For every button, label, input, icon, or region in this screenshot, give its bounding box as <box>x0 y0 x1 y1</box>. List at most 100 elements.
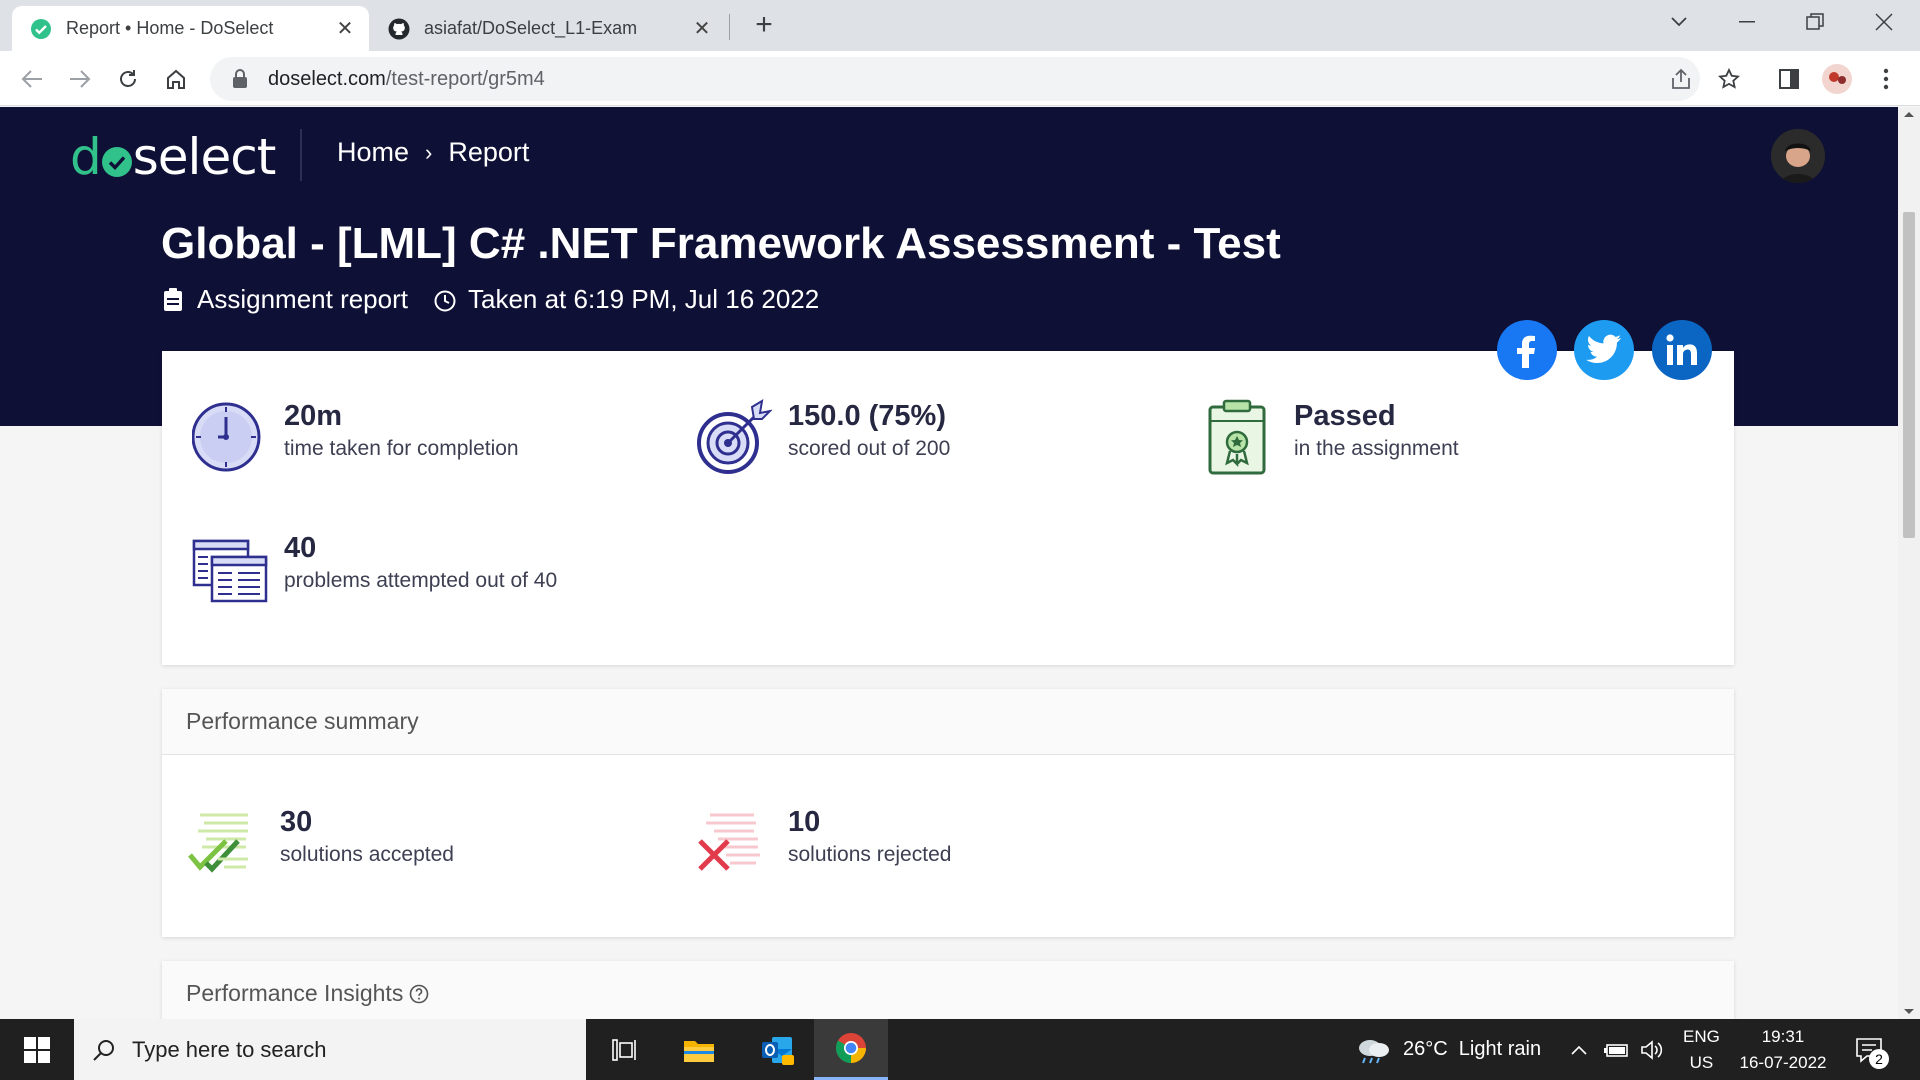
facebook-icon <box>1517 335 1535 368</box>
twitter-icon <box>1586 334 1621 363</box>
page-scrollbar[interactable] <box>1898 107 1920 1019</box>
notification-center[interactable]: 2 <box>1855 1019 1889 1080</box>
stat-value: 20m <box>284 400 343 432</box>
notification-badge: 2 <box>1869 1048 1889 1069</box>
cloud-rain-icon <box>1355 1036 1391 1064</box>
linkedin-share-button[interactable] <box>1652 320 1712 380</box>
share-icon[interactable] <box>1663 61 1699 97</box>
close-icon[interactable]: ✕ <box>333 17 357 41</box>
weather-text: 26°C Light rain <box>1403 1038 1542 1060</box>
problems-icon <box>192 531 268 607</box>
notification-icon: 2 <box>1855 1037 1889 1069</box>
breadcrumb-home[interactable]: Home <box>337 137 409 168</box>
language-code: ENG <box>1683 1026 1720 1046</box>
report-meta: Assignment report Taken at 6:19 PM, Jul … <box>163 284 819 315</box>
forward-button[interactable] <box>62 61 98 97</box>
task-view-icon <box>612 1038 636 1061</box>
rejected-label: solutions rejected <box>788 843 952 866</box>
chevron-up-icon <box>1571 1045 1587 1055</box>
tab-divider <box>729 14 730 40</box>
performance-insights-card: Performance Insights <box>162 961 1734 1019</box>
taskbar-chrome[interactable] <box>814 1019 888 1080</box>
help-circle-icon[interactable] <box>409 984 429 1004</box>
tab-report[interactable]: Report • Home - DoSelect ✕ <box>12 6 369 51</box>
minimize-button[interactable] <box>1713 0 1781 44</box>
new-tab-button[interactable]: + <box>748 10 780 42</box>
weather-widget[interactable]: 26°C Light rain <box>1355 1019 1541 1080</box>
header-divider <box>300 129 302 181</box>
side-panel-icon[interactable] <box>1771 61 1807 97</box>
logo-check-icon <box>101 147 132 177</box>
address-bar[interactable]: doselect.com/test-report/gr5m4 <box>210 57 1700 101</box>
doselect-logo[interactable]: d select <box>70 127 276 187</box>
scrollbar-thumb[interactable] <box>1903 212 1915 538</box>
scroll-down-icon <box>1904 1009 1914 1014</box>
clock-time: 19:31 <box>1761 1026 1805 1046</box>
start-button[interactable] <box>0 1019 74 1080</box>
url-host: doselect.com <box>268 67 386 90</box>
accepted-label: solutions accepted <box>280 843 454 866</box>
twitter-share-button[interactable] <box>1574 320 1634 380</box>
bookmark-star-icon[interactable] <box>1711 61 1747 97</box>
section-heading: Performance Insights <box>162 961 1734 1019</box>
stat-label: time taken for completion <box>284 437 519 460</box>
check-circle-icon <box>30 18 52 40</box>
stat-result: Passed in the assignment <box>1202 399 1459 475</box>
breadcrumb: Home › Report <box>337 137 529 168</box>
tab-title: Report • Home - DoSelect <box>66 18 274 38</box>
clock-outline-icon <box>434 288 456 312</box>
github-icon <box>388 18 410 40</box>
volume-icon[interactable] <box>1640 1019 1664 1080</box>
clock-date: 16-07-2022 <box>1739 1052 1827 1072</box>
stat-accepted: 30 solutions accepted <box>188 805 454 881</box>
browser-toolbar: doselect.com/test-report/gr5m4 <box>0 51 1920 106</box>
clock[interactable]: 19:31 16-07-2022 <box>1738 1019 1828 1080</box>
restore-button[interactable] <box>1781 0 1849 44</box>
taken-at: Taken at 6:19 PM, Jul 16 2022 <box>467 284 820 314</box>
stat-label: scored out of 200 <box>788 437 951 460</box>
stat-value: 150.0 (75%) <box>788 400 946 432</box>
rejected-x-icon <box>696 805 772 881</box>
menu-kebab-icon[interactable] <box>1868 61 1904 97</box>
task-view-button[interactable] <box>588 1019 662 1080</box>
stat-time: 20m time taken for completion <box>191 399 519 475</box>
stat-value: Passed <box>1294 400 1396 432</box>
taskbar-outlook[interactable] <box>740 1019 814 1080</box>
home-button[interactable] <box>158 61 194 97</box>
back-button[interactable] <box>14 61 50 97</box>
lock-icon <box>232 69 250 89</box>
chrome-icon <box>836 1033 866 1063</box>
profile-avatar[interactable] <box>1819 61 1855 97</box>
chevron-right-icon: › <box>425 139 433 165</box>
windows-taskbar: Type here to search 26°C Light rain ENG … <box>0 1019 1920 1080</box>
close-icon[interactable]: ✕ <box>690 17 714 41</box>
input-language[interactable]: ENG US <box>1683 1019 1720 1080</box>
double-check-icon <box>188 805 264 881</box>
breadcrumb-current: Report <box>448 137 530 167</box>
stat-problems: 40 problems attempted out of 40 <box>192 531 557 607</box>
certificate-clipboard-icon <box>1202 399 1278 475</box>
tab-github[interactable]: asiafat/DoSelect_L1-Exam ✕ <box>370 6 726 51</box>
windows-logo-icon <box>24 1036 50 1063</box>
browser-tabstrip: Report • Home - DoSelect ✕ asiafat/DoSel… <box>0 0 1920 51</box>
battery-icon[interactable] <box>1604 1019 1630 1080</box>
stat-label: in the assignment <box>1294 437 1459 460</box>
rejected-count: 10 <box>788 806 821 838</box>
stat-label: problems attempted out of 40 <box>284 569 558 592</box>
taskbar-search[interactable]: Type here to search <box>74 1019 586 1080</box>
close-window-button[interactable] <box>1850 0 1918 44</box>
reload-button[interactable] <box>110 61 146 97</box>
facebook-share-button[interactable] <box>1497 320 1557 380</box>
show-hidden-icons[interactable] <box>1570 1019 1588 1080</box>
taskbar-file-explorer[interactable] <box>662 1019 736 1080</box>
stat-rejected: 10 solutions rejected <box>696 805 951 881</box>
outlook-icon <box>762 1036 794 1065</box>
search-placeholder: Type here to search <box>132 1036 327 1062</box>
page-viewport: d select Home › Report Global - [LML] C#… <box>0 107 1898 1019</box>
user-avatar[interactable] <box>1771 129 1825 183</box>
page-title: Global - [LML] C# .NET Framework Assessm… <box>161 219 1281 268</box>
target-icon <box>696 399 774 475</box>
scroll-up-icon <box>1904 112 1914 117</box>
tab-search-button[interactable] <box>1645 0 1713 44</box>
url-path: /test-report/gr5m4 <box>385 67 545 90</box>
